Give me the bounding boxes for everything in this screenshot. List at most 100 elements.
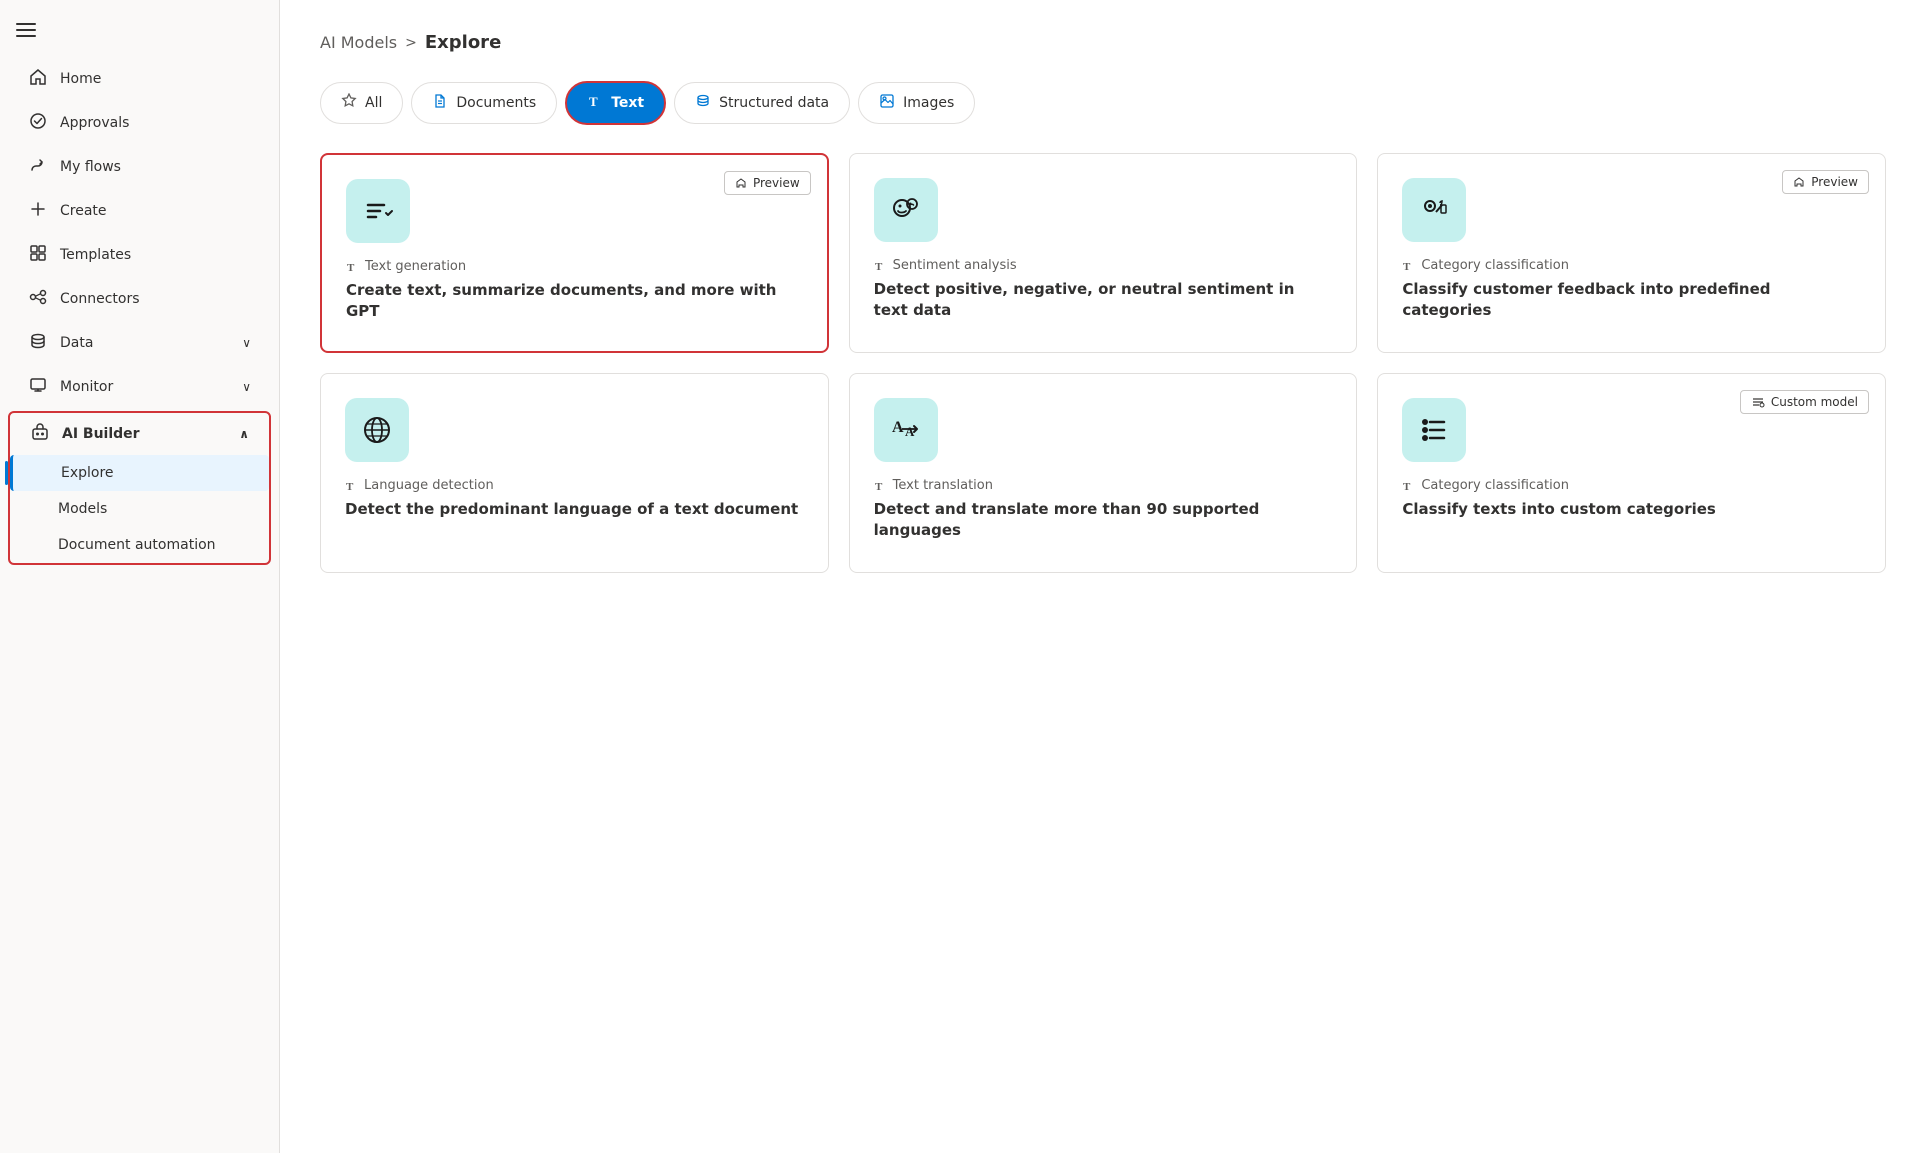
tab-text[interactable]: T Text [565,81,666,125]
card-sentiment-type: T Sentiment analysis [874,258,1333,273]
ai-builder-chevron-icon: ∧ [239,427,249,441]
ai-builder-icon [30,423,50,445]
card-text-generation-icon [346,179,410,243]
tab-images[interactable]: Images [858,82,975,124]
sidebar-item-connectors[interactable]: Connectors [8,278,271,320]
svg-text:T: T [875,481,883,492]
card-sentiment-analysis[interactable]: T Sentiment analysis Detect positive, ne… [849,153,1358,353]
sidebar-item-monitor[interactable]: Monitor ∨ [8,366,271,408]
card-text-generation-badge-label: Preview [753,176,800,190]
sidebar-item-flows-label: My flows [60,159,121,175]
tab-text-label: Text [611,95,644,111]
card-text-generation-badge: Preview [724,171,811,195]
card-category-classification-1-type: T Category classification [1402,258,1861,273]
card-text-generation-type: T Text generation [346,259,803,274]
card-category-classification-1-badge: Preview [1782,170,1869,194]
breadcrumb-separator: > [405,35,417,51]
tab-structured-data[interactable]: Structured data [674,82,850,124]
breadcrumb-current: Explore [425,32,501,53]
card-language-detection-type-label: Language detection [364,478,494,493]
card-text-translation-type-label: Text translation [893,478,993,493]
card-category-classification-1-type-label: Category classification [1421,258,1569,273]
sidebar-item-ai-builder-label: AI Builder [62,426,140,442]
sidebar-item-my-flows[interactable]: My flows [8,146,271,188]
card-language-detection-title: Detect the predominant language of a tex… [345,499,804,520]
all-tab-icon [341,93,357,113]
card-category-classification-2[interactable]: Custom model T Category classification C… [1377,373,1886,573]
card-sentiment-title: Detect positive, negative, or neutral se… [874,279,1333,321]
data-icon [28,332,48,354]
card-text-translation-title: Detect and translate more than 90 suppor… [874,499,1333,541]
sidebar-item-doc-automation[interactable]: Document automation [10,527,269,563]
svg-text:T: T [1403,261,1411,272]
main-content: AI Models > Explore All D [280,0,1926,1153]
sidebar-item-data[interactable]: Data ∨ [8,322,271,364]
card-text-generation[interactable]: Preview T Text generation Create text, s… [320,153,829,353]
sidebar-item-home[interactable]: Home [8,58,271,100]
sidebar-item-home-label: Home [60,71,101,87]
tab-images-label: Images [903,95,954,111]
sidebar-item-create-label: Create [60,203,107,219]
card-text-generation-type-label: Text generation [365,259,466,274]
card-category-classification-1-icon [1402,178,1466,242]
card-language-detection-type: T Language detection [345,478,804,493]
svg-text:T: T [875,261,883,272]
card-category-classification-2-type-label: Category classification [1421,478,1569,493]
svg-text:A: A [892,419,904,436]
sidebar-item-connectors-label: Connectors [60,291,140,307]
card-sentiment-icon [874,178,938,242]
card-category-classification-1[interactable]: Preview T Category classification Classi… [1377,153,1886,353]
sidebar: Home Approvals My flows Create [0,0,280,1153]
sidebar-item-models-label: Models [58,501,107,517]
tab-all-label: All [365,95,382,111]
card-text-translation-icon: A A [874,398,938,462]
documents-tab-icon [432,93,448,113]
create-icon [28,200,48,222]
tabs-bar: All Documents T Text [320,81,1886,125]
flows-icon [28,156,48,178]
sidebar-item-templates[interactable]: Templates [8,234,271,276]
hamburger-menu[interactable] [0,8,279,57]
svg-text:T: T [346,481,354,492]
svg-text:T: T [589,94,598,109]
sidebar-item-ai-builder[interactable]: AI Builder ∧ [10,413,269,455]
sidebar-item-explore-label: Explore [61,465,114,481]
card-language-detection-icon [345,398,409,462]
card-text-translation-type: T Text translation [874,478,1333,493]
card-category-classification-1-badge-label: Preview [1811,175,1858,189]
sidebar-item-explore[interactable]: Explore [10,455,269,491]
templates-icon [28,244,48,266]
images-tab-icon [879,93,895,113]
approvals-icon [28,112,48,134]
sidebar-item-approvals-label: Approvals [60,115,129,131]
tab-all[interactable]: All [320,82,403,124]
home-icon [28,68,48,90]
tab-documents[interactable]: Documents [411,82,557,124]
sidebar-item-doc-automation-label: Document automation [58,537,216,553]
card-category-classification-2-icon [1402,398,1466,462]
sidebar-item-approvals[interactable]: Approvals [8,102,271,144]
svg-text:T: T [347,262,355,273]
card-category-classification-2-badge: Custom model [1740,390,1869,414]
breadcrumb-parent: AI Models [320,33,397,52]
sidebar-item-models[interactable]: Models [10,491,269,527]
card-category-classification-1-title: Classify customer feedback into predefin… [1402,279,1861,321]
text-tab-icon: T [587,93,603,113]
card-sentiment-type-label: Sentiment analysis [893,258,1017,273]
card-category-classification-2-type: T Category classification [1402,478,1861,493]
monitor-icon [28,376,48,398]
breadcrumb: AI Models > Explore [320,32,1886,53]
data-chevron-icon: ∨ [242,336,251,350]
tab-structured-data-label: Structured data [719,95,829,111]
cards-grid: Preview T Text generation Create text, s… [320,153,1886,573]
card-language-detection[interactable]: T Language detection Detect the predomin… [320,373,829,573]
sidebar-item-monitor-label: Monitor [60,379,113,395]
sidebar-item-create[interactable]: Create [8,190,271,232]
tab-documents-label: Documents [456,95,536,111]
card-text-translation[interactable]: A A T Text translation Detect and transl… [849,373,1358,573]
card-category-classification-2-badge-label: Custom model [1771,395,1858,409]
card-text-generation-title: Create text, summarize documents, and mo… [346,280,803,322]
monitor-chevron-icon: ∨ [242,380,251,394]
svg-text:T: T [1403,481,1411,492]
connectors-icon [28,288,48,310]
